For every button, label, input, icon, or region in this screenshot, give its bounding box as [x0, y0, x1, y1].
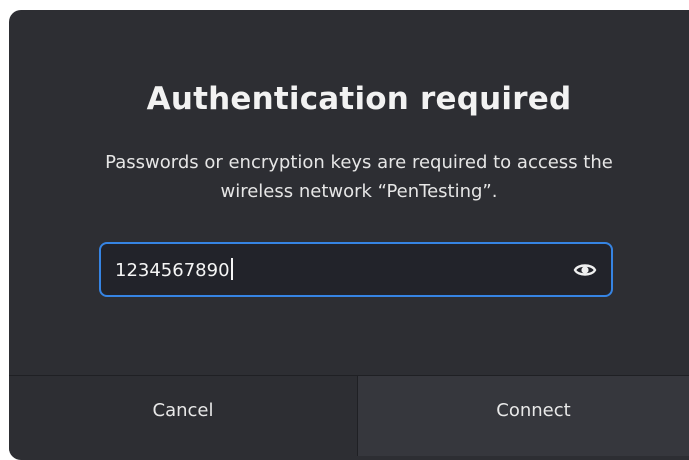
background-window-peek [170, 0, 490, 10]
eye-icon[interactable] [573, 259, 597, 281]
authentication-dialog: Authentication required Passwords or enc… [9, 10, 689, 460]
connect-button[interactable]: Connect [358, 376, 689, 456]
dialog-message: Passwords or encryption keys are require… [105, 152, 613, 202]
cancel-button[interactable]: Cancel [9, 376, 357, 456]
text-caret [230, 258, 233, 280]
password-field-value[interactable]: 1234567890 [115, 258, 233, 283]
dialog-actions: Cancel Connect [9, 375, 689, 460]
password-text: 1234567890 [115, 260, 230, 281]
eye-icon-graphic [573, 264, 597, 276]
dialog-title: Authentication required [146, 81, 572, 117]
password-field[interactable]: 1234567890 [99, 242, 613, 297]
